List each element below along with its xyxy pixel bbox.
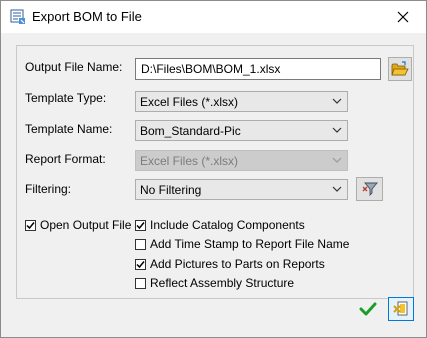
include-catalog-components-label: Include Catalog Components [150,218,305,232]
template-name-value: Bom_Standard-Pic [140,124,241,138]
open-output-file-label: Open Output File [40,218,132,232]
filter-tool-icon [362,182,378,197]
checkbox-box[interactable] [135,238,146,250]
reflect-assembly-checkbox[interactable]: Reflect Assembly Structure [135,276,294,290]
checkbox-box[interactable] [135,277,146,289]
report-format-value: Excel Files (*.xlsx) [140,154,239,168]
checkmark-icon [359,302,377,316]
report-format-label: Report Format: [25,152,106,166]
add-pictures-label: Add Pictures to Parts on Reports [150,257,325,271]
output-file-name-label: Output File Name: [25,60,123,74]
add-time-stamp-label: Add Time Stamp to Report File Name [150,237,350,251]
include-catalog-components-checkbox[interactable]: Include Catalog Components [135,218,305,232]
filtering-select[interactable]: No Filtering [135,179,348,200]
filtering-label: Filtering: [25,182,72,196]
report-format-select: Excel Files (*.xlsx) [135,150,348,171]
cancel-icon [393,301,408,316]
chevron-down-icon [332,98,342,104]
close-icon [397,11,409,22]
template-type-label: Template Type: [25,91,107,105]
open-output-file-checkbox[interactable]: Open Output File [25,218,131,232]
template-type-select[interactable]: Excel Files (*.xlsx) [135,91,348,112]
export-bom-icon [10,9,26,25]
output-file-name-field[interactable]: D:\Files\BOM\BOM_1.xlsx [135,58,381,80]
chevron-down-icon [332,186,342,192]
close-button[interactable] [380,1,426,32]
ok-button[interactable] [355,297,381,321]
template-name-select[interactable]: Bom_Standard-Pic [135,120,348,141]
cancel-button[interactable] [388,297,414,321]
chevron-down-icon [332,157,342,163]
filtering-value: No Filtering [140,183,202,197]
add-time-stamp-checkbox[interactable]: Add Time Stamp to Report File Name [135,237,349,251]
title-bar: Export BOM to File [1,1,426,33]
browse-button[interactable] [388,57,412,81]
checkmark-icon [136,260,145,268]
chevron-down-icon [332,127,342,133]
add-pictures-checkbox[interactable]: Add Pictures to Parts on Reports [135,257,325,271]
template-type-value: Excel Files (*.xlsx) [140,95,239,109]
window-title: Export BOM to File [32,9,142,24]
reflect-assembly-label: Reflect Assembly Structure [150,276,295,290]
checkbox-box[interactable] [135,258,146,270]
checkmark-icon [26,221,35,229]
open-folder-icon [391,61,409,76]
checkbox-box[interactable] [135,219,146,231]
export-bom-dialog: Export BOM to File Output File Name: D:\… [0,0,427,338]
checkbox-box[interactable] [25,219,36,231]
filter-settings-button[interactable] [356,177,383,201]
template-name-label: Template Name: [25,122,113,136]
checkmark-icon [136,221,145,229]
